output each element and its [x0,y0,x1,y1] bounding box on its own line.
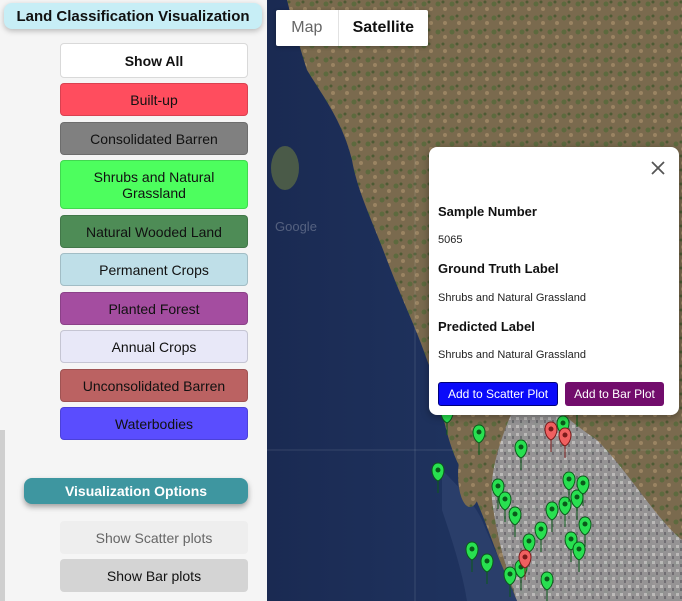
class-button-permanent-crops[interactable]: Permanent Crops [60,253,248,286]
ground-truth-value: Shrubs and Natural Grassland [438,292,586,304]
class-button-shrubs-grassland[interactable]: Shrubs and Natural Grassland [60,160,248,209]
show-all-button[interactable]: Show All [60,43,248,78]
visualization-options-header: Visualization Options [24,478,248,504]
class-button-natural-wooded-land[interactable]: Natural Wooded Land [60,215,248,248]
class-button-built-up[interactable]: Built-up [60,83,248,116]
add-to-bar-plot-button[interactable]: Add to Bar Plot [565,382,664,406]
sidebar-scroll-edge [0,430,5,601]
show-bar-plots-button[interactable]: Show Bar plots [60,559,248,592]
predicted-label-value: Shrubs and Natural Grassland [438,349,586,361]
marker-info-popup: Sample Number 5065 Ground Truth Label Sh… [429,147,679,415]
app-title: Land Classification Visualization [4,3,262,29]
map-watermark: Google [275,219,317,234]
map-type-satellite-button[interactable]: Satellite [337,10,428,46]
ground-truth-heading: Ground Truth Label [438,261,559,276]
predicted-label-heading: Predicted Label [438,319,535,334]
class-button-unconsolidated-barren[interactable]: Unconsolidated Barren [60,369,248,402]
add-to-scatter-plot-button[interactable]: Add to Scatter Plot [438,382,558,406]
map-type-control: Map Satellite [276,10,428,46]
close-icon[interactable] [649,159,667,177]
class-button-consolidated-barren[interactable]: Consolidated Barren [60,122,248,155]
class-button-waterbodies[interactable]: Waterbodies [60,407,248,440]
class-button-planted-forest[interactable]: Planted Forest [60,292,248,325]
show-scatter-plots-button[interactable]: Show Scatter plots [60,521,248,554]
sample-number-heading: Sample Number [438,204,537,219]
class-button-annual-crops[interactable]: Annual Crops [60,330,248,363]
sample-number-value: 5065 [438,234,463,246]
map-type-map-button[interactable]: Map [276,10,338,46]
